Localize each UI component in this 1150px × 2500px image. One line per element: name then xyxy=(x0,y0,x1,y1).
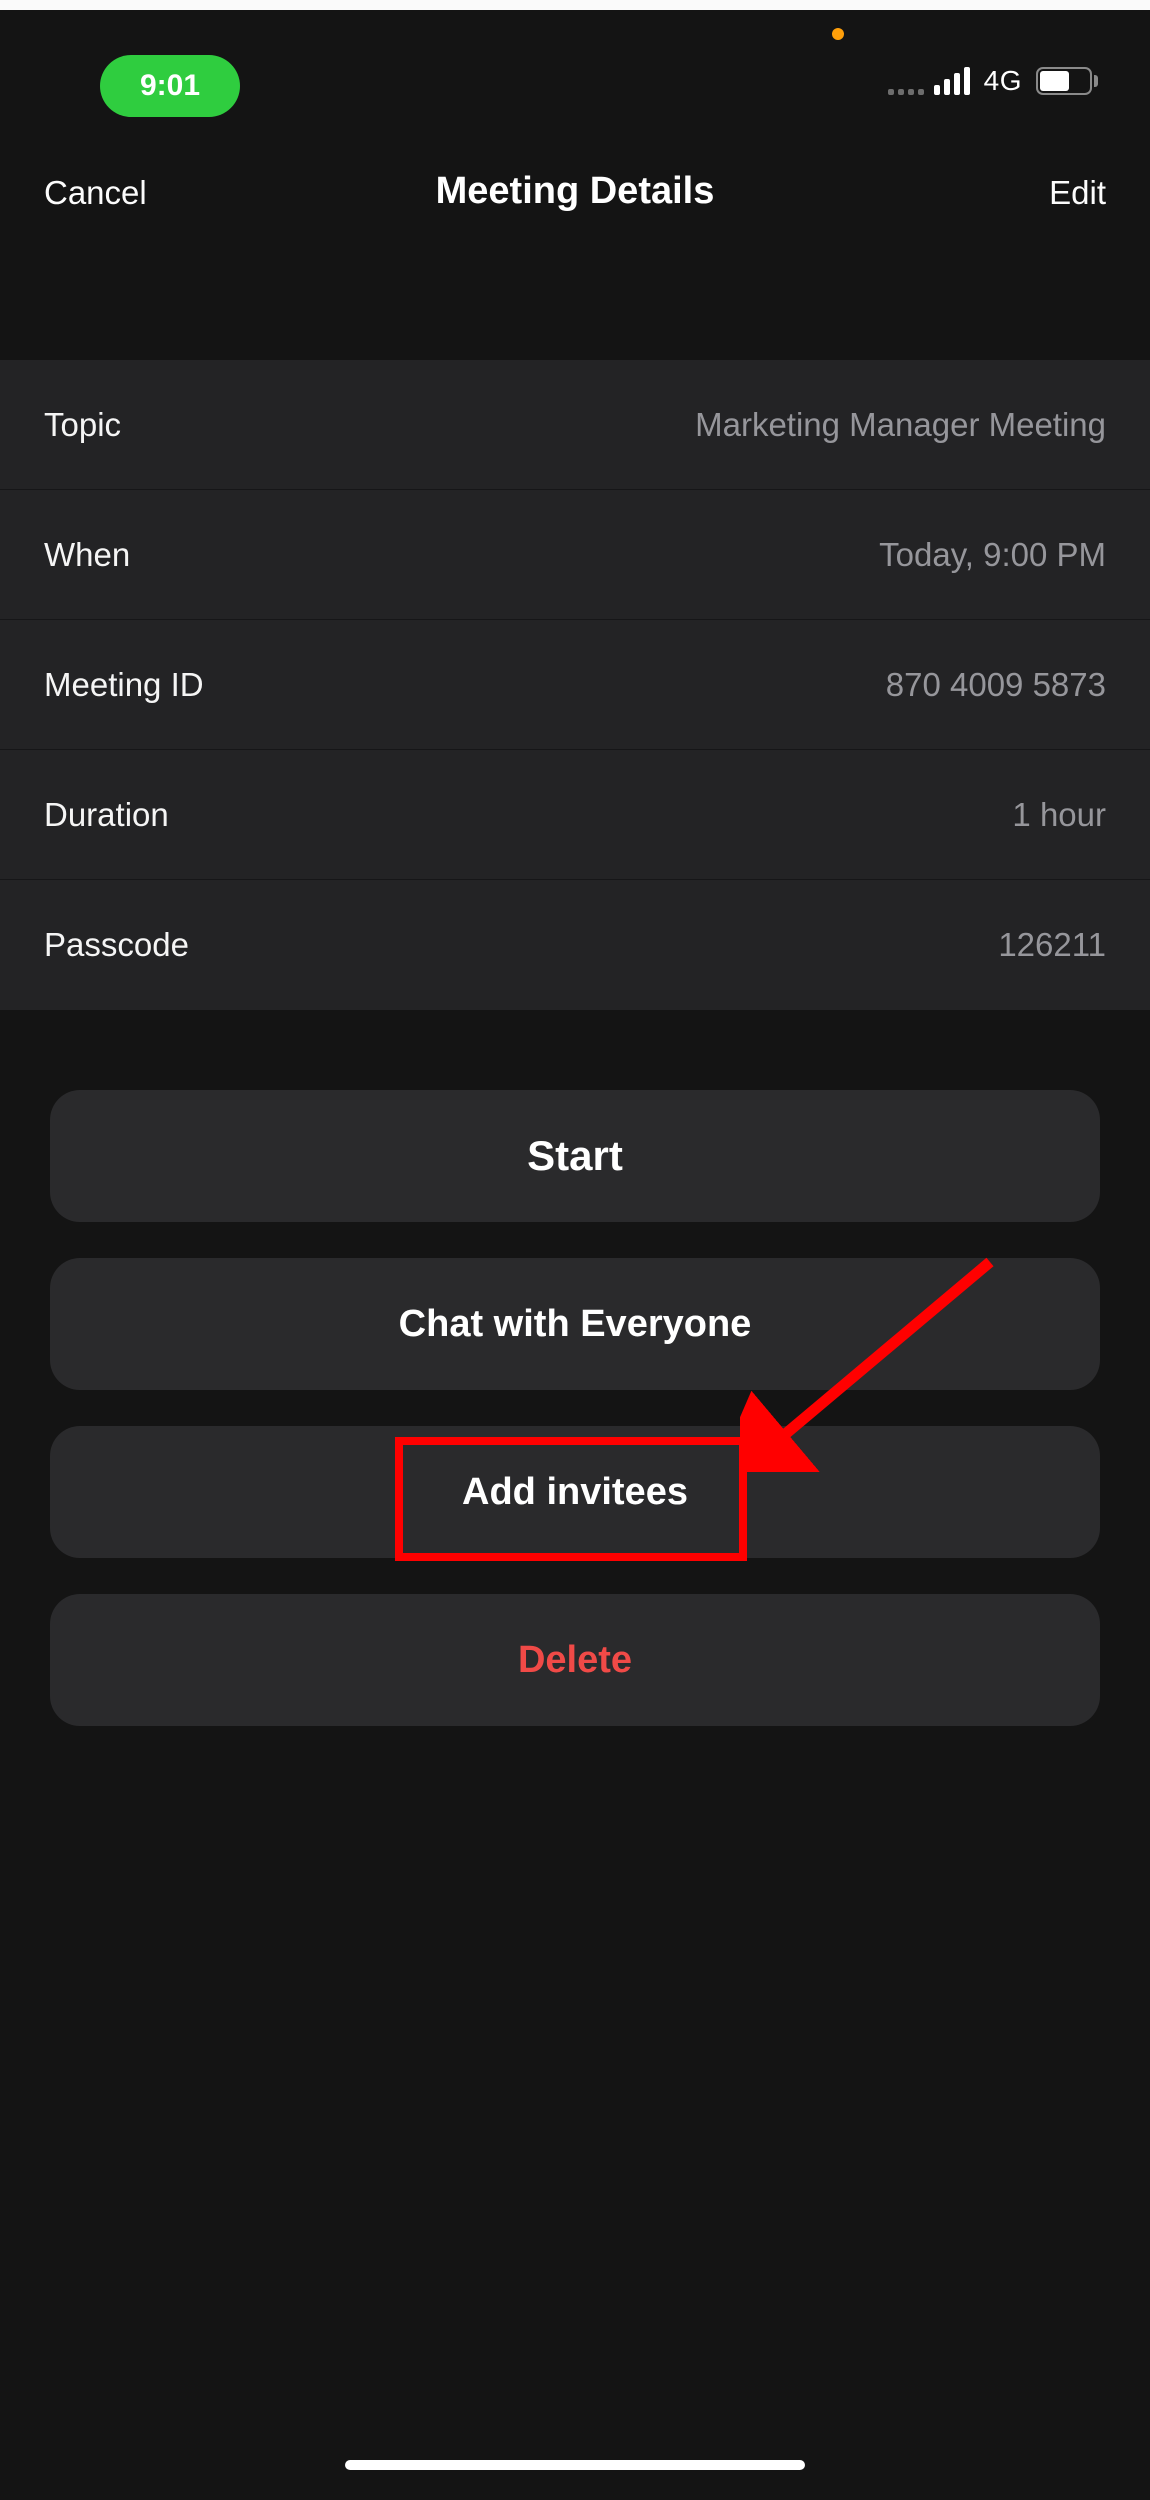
row-meeting-id-value: 870 4009 5873 xyxy=(886,666,1106,704)
row-meeting-id-label: Meeting ID xyxy=(44,666,204,704)
status-time: 9:01 xyxy=(100,55,240,117)
top-hairline xyxy=(0,0,1150,10)
row-duration-value: 1 hour xyxy=(1012,796,1106,834)
privacy-indicator-dot xyxy=(832,28,844,40)
row-passcode-value: 126211 xyxy=(998,926,1106,964)
header-gap xyxy=(0,260,1150,360)
start-button-label: Start xyxy=(527,1132,623,1180)
cellular-signal-icon xyxy=(934,67,970,95)
row-duration: Duration 1 hour xyxy=(0,750,1150,880)
row-when-value: Today, 9:00 PM xyxy=(879,536,1106,574)
row-passcode-label: Passcode xyxy=(44,926,189,964)
row-topic-label: Topic xyxy=(44,406,121,444)
add-invitees-button[interactable]: Add invitees xyxy=(50,1426,1100,1558)
network-label: 4G xyxy=(984,65,1022,97)
chat-everyone-button-label: Chat with Everyone xyxy=(399,1303,752,1346)
details-list: Topic Marketing Manager Meeting When Tod… xyxy=(0,360,1150,1010)
nav-header: Cancel Meeting Details Edit xyxy=(0,130,1150,260)
row-when: When Today, 9:00 PM xyxy=(0,490,1150,620)
page-title: Meeting Details xyxy=(0,170,1150,213)
row-passcode: Passcode 126211 xyxy=(0,880,1150,1010)
row-meeting-id: Meeting ID 870 4009 5873 xyxy=(0,620,1150,750)
row-topic: Topic Marketing Manager Meeting xyxy=(0,360,1150,490)
row-when-label: When xyxy=(44,536,130,574)
action-buttons: Start Chat with Everyone Add invitees De… xyxy=(0,1010,1150,1726)
status-right: 4G xyxy=(934,65,1098,97)
battery-icon xyxy=(1036,67,1098,95)
chat-everyone-button[interactable]: Chat with Everyone xyxy=(50,1258,1100,1390)
time-pill: 9:01 xyxy=(100,55,240,117)
add-invitees-button-label: Add invitees xyxy=(462,1471,688,1514)
status-bar: 9:01 4G xyxy=(0,10,1150,130)
edit-button[interactable]: Edit xyxy=(1049,174,1106,212)
start-button[interactable]: Start xyxy=(50,1090,1100,1222)
delete-button[interactable]: Delete xyxy=(50,1594,1100,1726)
row-topic-value: Marketing Manager Meeting xyxy=(695,406,1106,444)
row-duration-label: Duration xyxy=(44,796,169,834)
delete-button-label: Delete xyxy=(518,1639,632,1682)
home-indicator[interactable] xyxy=(345,2460,805,2470)
